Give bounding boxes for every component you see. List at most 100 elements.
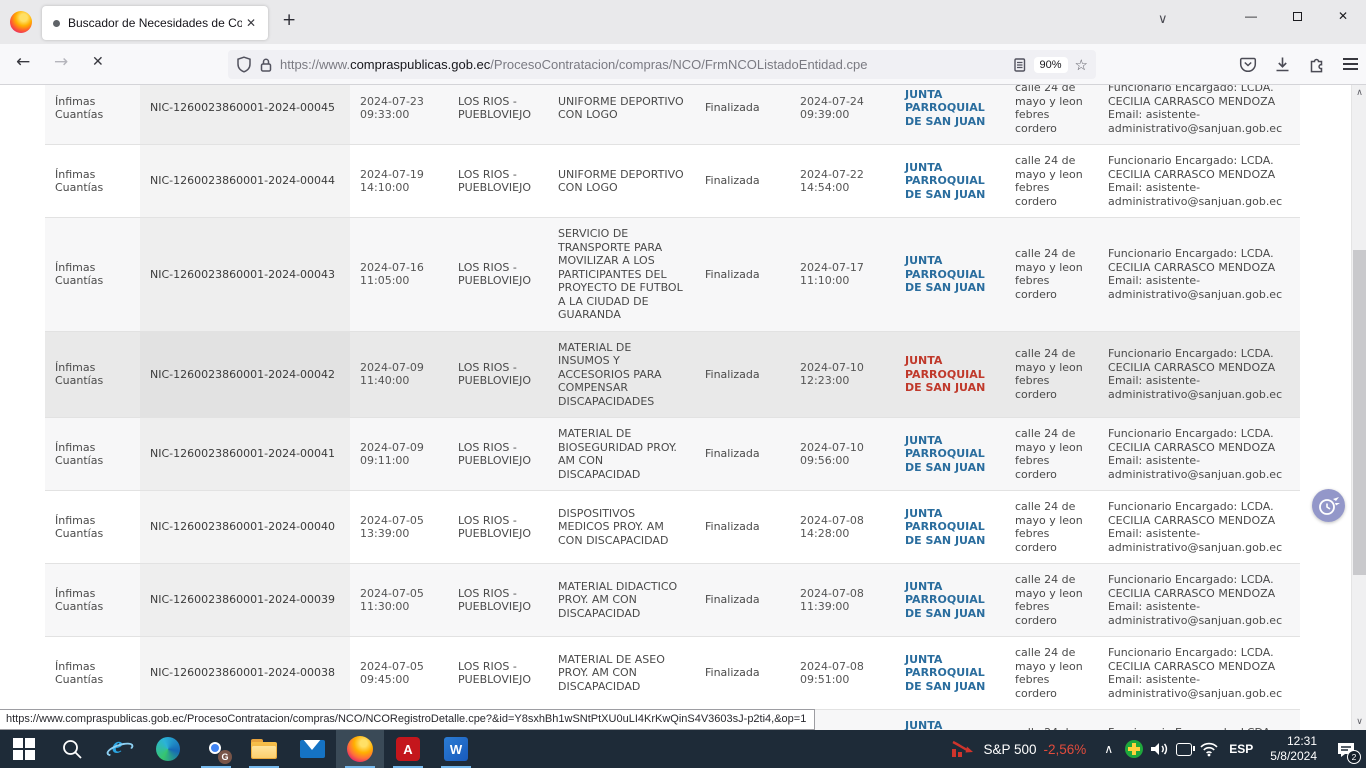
cell-process-type: Ínfimas Cuantías: [45, 85, 140, 145]
table-row[interactable]: Ínfimas Cuantías NIC-1260023860001-2024-…: [45, 85, 1300, 145]
taskbar-acrobat[interactable]: A: [384, 730, 432, 768]
table-row[interactable]: Ínfimas Cuantías NIC-1260023860001-2024-…: [45, 145, 1300, 218]
new-tab-button[interactable]: +: [282, 10, 296, 30]
wifi-icon[interactable]: [1196, 730, 1221, 768]
tray-overflow-chevron-icon[interactable]: ∧: [1096, 730, 1121, 768]
action-center-button[interactable]: 2: [1326, 730, 1366, 768]
cell-object: SERVICIO DE TRANSPORTE PARA MOVILIZAR A …: [548, 218, 695, 332]
entity-link[interactable]: JUNTA PARROQUIAL DE SAN JUAN: [905, 580, 995, 621]
taskbar-clock[interactable]: 12:31 5/8/2024: [1261, 734, 1326, 764]
cell-contact: Funcionario Encargado: LCDA. CECILIA CAR…: [1098, 218, 1300, 332]
back-button[interactable]: ←: [16, 52, 30, 72]
shield-icon[interactable]: [236, 56, 252, 73]
cell-publish-date: 2024-07-16 11:05:00: [350, 218, 448, 332]
stop-loading-button[interactable]: ✕: [92, 54, 104, 70]
entity-link[interactable]: JUNTA PARROQUIAL DE SAN JUAN: [905, 434, 995, 475]
cell-finalized-date: 2024-07-08 09:51:00: [790, 637, 895, 710]
taskbar-word[interactable]: W: [432, 730, 480, 768]
tab-close-icon[interactable]: ✕: [242, 14, 260, 32]
mail-icon: [300, 740, 325, 758]
cell-process-type: Ínfimas Cuantías: [45, 637, 140, 710]
cell-process-type: Ínfimas Cuantías: [45, 491, 140, 564]
tray-device-icon[interactable]: [1171, 730, 1196, 768]
clock-wings-icon: [1316, 495, 1342, 517]
scrollbar-thumb[interactable]: [1353, 250, 1366, 575]
vertical-scrollbar[interactable]: ∧ ∨: [1351, 85, 1366, 730]
table-row[interactable]: Ínfimas Cuantías NIC-1260023860001-2024-…: [45, 564, 1300, 637]
start-button[interactable]: [0, 730, 48, 768]
edge-icon: [156, 737, 180, 761]
entity-link[interactable]: JUNTA PARROQUIAL DE SAN JUAN: [905, 653, 995, 694]
volume-icon[interactable]: [1146, 730, 1171, 768]
cell-finalized-date: 2024-07-24 09:39:00: [790, 85, 895, 145]
taskbar-chrome[interactable]: G: [192, 730, 240, 768]
stock-ticker-widget[interactable]: S&P 500 -2,56%: [940, 739, 1096, 759]
entity-link[interactable]: JUNTA PARROQUIAL DE SAN JUAN: [905, 161, 995, 202]
cell-process-type: Ínfimas Cuantías: [45, 331, 140, 418]
cell-publish-date: 2024-07-05 13:39:00: [350, 491, 448, 564]
windows-logo-icon: [13, 738, 35, 760]
word-icon: W: [444, 737, 468, 761]
address-bar[interactable]: https://www.compraspublicas.gob.ec/Proce…: [228, 50, 1096, 79]
list-tabs-chevron-icon[interactable]: ∨: [1158, 12, 1168, 27]
scroll-down-arrow-icon[interactable]: ∨: [1352, 714, 1366, 730]
cell-process-code: NIC-1260023860001-2024-00043: [140, 218, 350, 332]
cell-address: calle 24 de mayo y leon febres cordero: [1005, 331, 1098, 418]
zoom-level-badge[interactable]: 90%: [1034, 57, 1068, 73]
cell-address: calle 24 de mayo y leon febres cordero: [1005, 145, 1098, 218]
language-indicator[interactable]: ESP: [1221, 742, 1261, 756]
taskbar-firefox[interactable]: [336, 730, 384, 768]
entity-link[interactable]: JUNTA PARROQUIAL DE SAN JUAN: [905, 719, 995, 730]
cell-object: MATERIAL DE ASEO PROY. AM CON DISCAPACID…: [548, 637, 695, 710]
window-close-button[interactable]: ✕: [1320, 0, 1366, 32]
entity-link[interactable]: JUNTA PARROQUIAL DE SAN JUAN: [905, 88, 995, 129]
bookmark-star-icon[interactable]: ☆: [1075, 56, 1088, 74]
lock-icon[interactable]: [259, 57, 273, 73]
window-minimize-button[interactable]: —: [1228, 0, 1274, 32]
cell-finalized-date: 2024-07-17 11:10:00: [790, 218, 895, 332]
cell-address: calle 24 de mayo y leon febres cordero: [1005, 491, 1098, 564]
cell-process-code: NIC-1260023860001-2024-00041: [140, 418, 350, 491]
firefox-logo-icon: [10, 11, 32, 33]
cell-entity: JUNTA PARROQUIAL DE SAN JUAN: [895, 710, 1005, 731]
extensions-puzzle-icon[interactable]: [1308, 55, 1326, 73]
table-row[interactable]: Ínfimas Cuantías NIC-1260023860001-2024-…: [45, 331, 1300, 418]
table-row[interactable]: Ínfimas Cuantías NIC-1260023860001-2024-…: [45, 218, 1300, 332]
cell-address: calle 24 de mayo y leon febres cordero: [1005, 637, 1098, 710]
entity-link[interactable]: JUNTA PARROQUIAL DE SAN JUAN: [905, 254, 995, 295]
cell-object: MATERIAL DE INSUMOS Y ACCESORIOS PARA CO…: [548, 331, 695, 418]
menu-hamburger-icon[interactable]: [1343, 58, 1358, 70]
cell-finalized-date: 2024-07-08 11:39:00: [790, 564, 895, 637]
scroll-up-arrow-icon[interactable]: ∧: [1352, 85, 1366, 101]
reader-mode-icon[interactable]: [1012, 57, 1027, 73]
taskbar-file-explorer[interactable]: [240, 730, 288, 768]
browser-tab[interactable]: Buscador de Necesidades de Co ✕: [42, 6, 268, 40]
cell-status: Finalizada: [695, 637, 790, 710]
internet-explorer-icon: e: [107, 736, 133, 762]
tray-antivirus-icon[interactable]: [1121, 730, 1146, 768]
window-restore-button[interactable]: [1274, 0, 1320, 32]
chrome-icon: G: [203, 736, 229, 762]
taskbar-edge[interactable]: [144, 730, 192, 768]
cell-address: calle 24 de mayo y leon febres cordero: [1005, 85, 1098, 145]
cell-process-code: NIC-1260023860001-2024-00044: [140, 145, 350, 218]
cell-entity: JUNTA PARROQUIAL DE SAN JUAN: [895, 218, 1005, 332]
cell-object: DISPOSITIVOS MEDICOS PROY. AM CON DISCAP…: [548, 491, 695, 564]
entity-link[interactable]: JUNTA PARROQUIAL DE SAN JUAN: [905, 354, 995, 395]
table-row[interactable]: Ínfimas Cuantías NIC-1260023860001-2024-…: [45, 491, 1300, 564]
pocket-icon[interactable]: [1239, 56, 1257, 73]
table-row[interactable]: Ínfimas Cuantías NIC-1260023860001-2024-…: [45, 637, 1300, 710]
entity-link[interactable]: JUNTA PARROQUIAL DE SAN JUAN: [905, 507, 995, 548]
cell-contact: Funcionario Encargado: LCDA. CECILIA CAR…: [1098, 331, 1300, 418]
url-text[interactable]: https://www.compraspublicas.gob.ec/Proce…: [280, 57, 1005, 72]
taskbar-search-button[interactable]: [48, 730, 96, 768]
cell-location: LOS RIOS - PUEBLOVIEJO: [448, 564, 548, 637]
taskbar-internet-explorer[interactable]: e: [96, 730, 144, 768]
floating-clock-widget[interactable]: [1312, 489, 1345, 522]
cell-contact: Funcionario Encargado: LCDA. CECILIA CAR…: [1098, 85, 1300, 145]
download-icon[interactable]: [1274, 56, 1291, 73]
table-row[interactable]: Ínfimas Cuantías NIC-1260023860001-2024-…: [45, 418, 1300, 491]
status-bar-link-preview: https://www.compraspublicas.gob.ec/Proce…: [0, 709, 815, 730]
acrobat-icon: A: [396, 737, 420, 761]
taskbar-mail[interactable]: [288, 730, 336, 768]
